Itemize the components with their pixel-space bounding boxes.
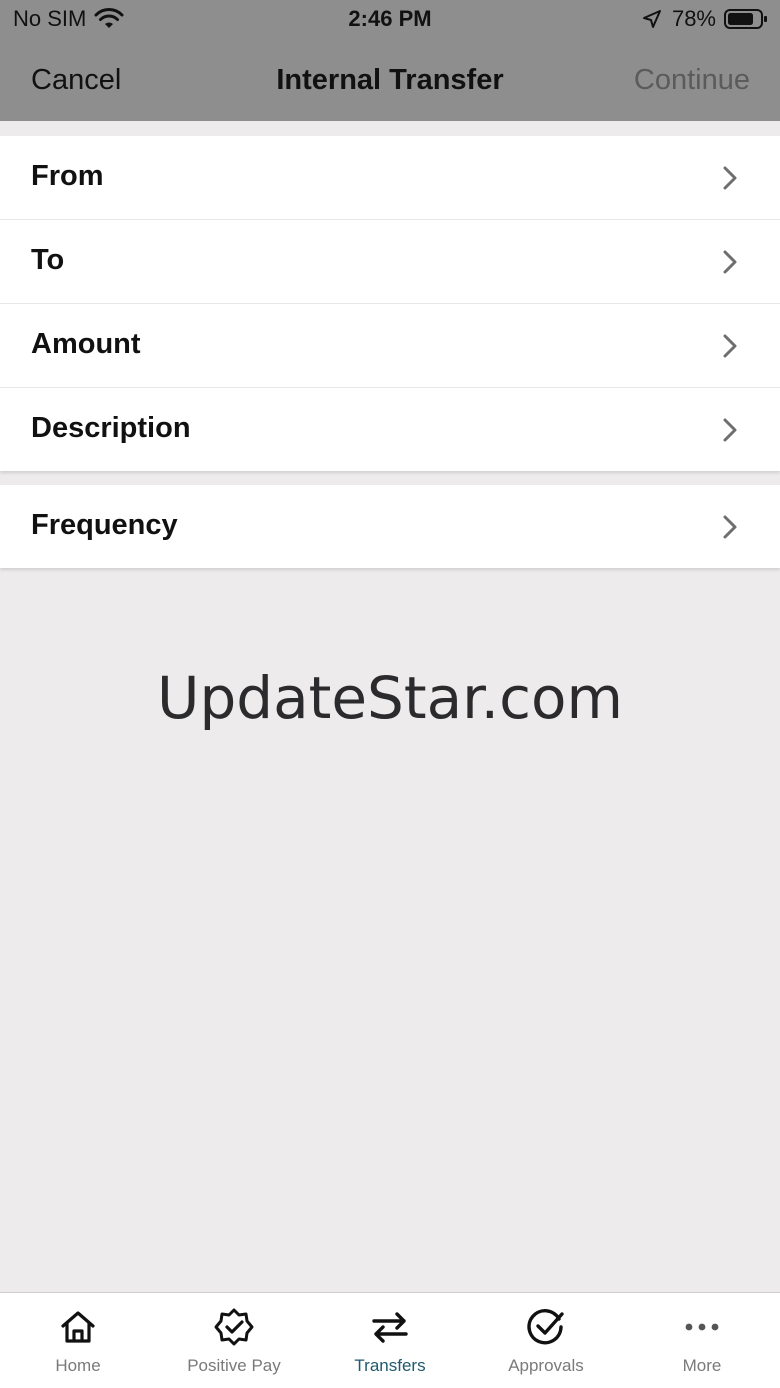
more-dots-icon (685, 1323, 719, 1331)
tab-positive-pay-label: Positive Pay (187, 1356, 281, 1375)
continue-button[interactable]: Continue (634, 64, 750, 97)
to-label: To (31, 244, 65, 276)
to-row[interactable]: To (0, 220, 780, 304)
chevron-right-icon (723, 250, 737, 274)
battery-icon (724, 9, 767, 29)
check-circle-icon (527, 1309, 564, 1345)
tab-positive-pay[interactable]: Positive Pay (156, 1293, 312, 1388)
watermark-text: UpdateStar.com (157, 664, 623, 732)
home-icon (61, 1311, 95, 1343)
app-header: No SIM 2:46 PM 78% Cancel Internal Trans… (0, 0, 780, 121)
location-arrow-icon (642, 10, 661, 28)
status-bar: No SIM 2:46 PM 78% (0, 0, 780, 40)
chevron-right-icon (723, 418, 737, 442)
chevron-right-icon (723, 334, 737, 358)
verified-badge-icon (214, 1308, 254, 1346)
description-row[interactable]: Description (0, 388, 780, 471)
tab-approvals[interactable]: Approvals (468, 1293, 624, 1388)
nav-bar: Cancel Internal Transfer Continue (0, 40, 780, 121)
frequency-row[interactable]: Frequency (0, 485, 780, 568)
tab-home[interactable]: Home (0, 1293, 156, 1388)
chevron-right-icon (723, 166, 737, 190)
amount-row[interactable]: Amount (0, 304, 780, 388)
from-row[interactable]: From (0, 136, 780, 220)
tab-transfers[interactable]: Transfers (312, 1293, 468, 1388)
tab-home-label: Home (55, 1356, 101, 1375)
tab-bar: Home Positive Pay Transfers Approvals Mo… (0, 1292, 780, 1388)
chevron-right-icon (723, 515, 737, 539)
tab-transfers-label: Transfers (354, 1356, 426, 1375)
frequency-group: Frequency (0, 485, 780, 568)
amount-label: Amount (31, 328, 141, 360)
battery-percent: 78% (671, 6, 716, 31)
status-right: 78% (642, 6, 768, 32)
transfer-arrows-icon (372, 1312, 408, 1343)
from-label: From (31, 160, 104, 192)
tab-more-label: More (682, 1356, 722, 1375)
frequency-label: Frequency (31, 509, 178, 541)
transfer-details-group: From To Amount Description (0, 136, 780, 471)
description-label: Description (31, 412, 191, 444)
tab-approvals-label: Approvals (508, 1356, 584, 1375)
tab-more[interactable]: More (624, 1293, 780, 1388)
